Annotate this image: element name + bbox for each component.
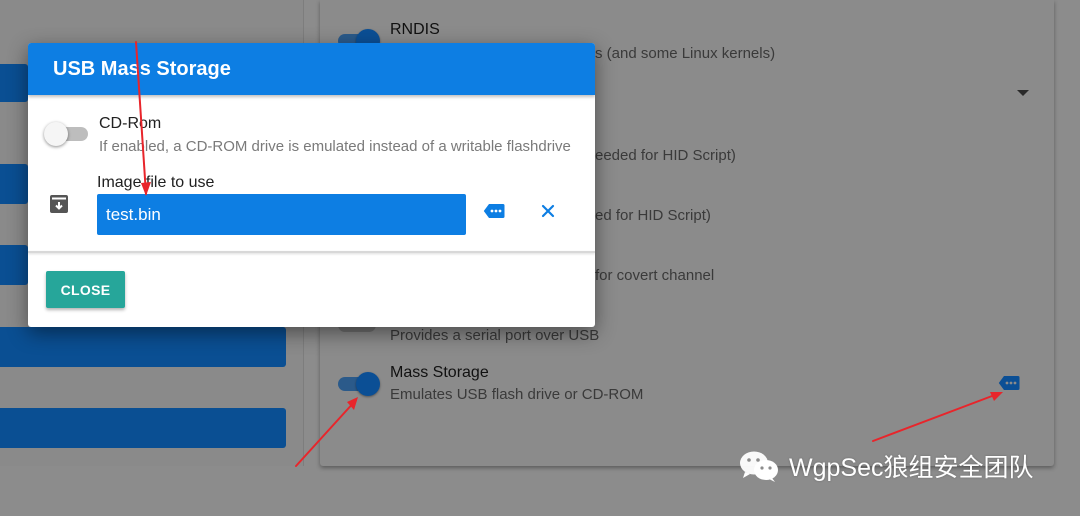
arrow-to-image-input (135, 41, 147, 195)
arrowhead-1 (141, 182, 151, 196)
arrow-to-settings-icon (872, 392, 1001, 442)
annotation-arrows (135, 41, 1003, 467)
arrow-to-mass-storage-toggle (295, 399, 357, 467)
watermark-text: WgpSec狼组安全团队 (789, 454, 1034, 482)
wechat-icon (740, 451, 778, 482)
watermark: WgpSec狼组安全团队 (737, 448, 1033, 484)
